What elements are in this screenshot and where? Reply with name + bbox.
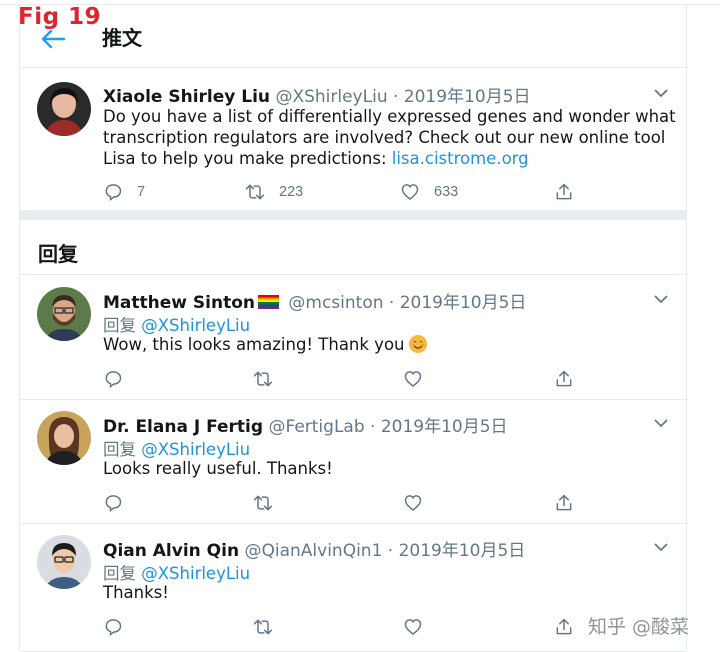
retweet-icon bbox=[245, 184, 265, 200]
retweet-icon bbox=[253, 619, 273, 635]
author-name[interactable]: Qian Alvin Qin bbox=[103, 541, 239, 561]
retweet-icon bbox=[253, 495, 273, 511]
retweet-icon bbox=[253, 371, 273, 387]
heart-icon bbox=[401, 184, 419, 201]
retweet-count: 223 bbox=[279, 184, 304, 200]
tweet-panel: 推文 Xiaole Shirley Liu @XShirleyLiu · 201… bbox=[19, 4, 687, 652]
tweet-header: Matthew Sinton @mcsinton · 2019年10月5日 bbox=[103, 288, 526, 313]
share-button[interactable] bbox=[554, 180, 574, 204]
like-button[interactable]: 633 bbox=[400, 180, 458, 204]
figure-label: Fig 19 bbox=[18, 4, 102, 30]
handle-and-date[interactable]: @QianAlvinQin1 · 2019年10月5日 bbox=[244, 541, 525, 561]
replying-to: 回复 @XShirleyLiu bbox=[103, 312, 250, 336]
reply-button[interactable] bbox=[103, 367, 123, 391]
tweet-text-line-3: Lisa to help you make predictions: lisa.… bbox=[103, 149, 529, 168]
chevron-down-icon[interactable] bbox=[654, 294, 668, 304]
smiling-face-emoji-icon bbox=[408, 335, 427, 353]
share-icon bbox=[556, 494, 572, 511]
heart-icon bbox=[404, 495, 422, 512]
reply-icon bbox=[105, 184, 122, 201]
tweet-header: Xiaole Shirley Liu @XShirleyLiu · 2019年1… bbox=[103, 82, 531, 107]
avatar-qian-alvin-qin[interactable] bbox=[37, 535, 91, 589]
tweet-text-prefix: Lisa to help you make predictions: bbox=[103, 149, 392, 168]
reply-text: Thanks! bbox=[103, 583, 169, 602]
share-button[interactable] bbox=[554, 491, 574, 515]
share-icon bbox=[556, 618, 572, 635]
replying-to-label: 回复 bbox=[103, 316, 142, 335]
reply-text-content: Wow, this looks amazing! Thank you bbox=[103, 335, 405, 354]
heart-icon bbox=[404, 619, 422, 636]
replying-to-label: 回复 bbox=[103, 440, 142, 459]
reply-tweet[interactable]: Qian Alvin Qin @QianAlvinQin1 · 2019年10月… bbox=[20, 523, 686, 652]
rainbow-flag-icon bbox=[257, 295, 279, 309]
chevron-down-icon[interactable] bbox=[654, 88, 668, 98]
tweet-actions: 7 223 633 bbox=[103, 180, 623, 204]
tweet-actions bbox=[103, 615, 623, 639]
tweet-text-line-1: Do you have a list of differentially exp… bbox=[103, 107, 676, 126]
like-button[interactable] bbox=[403, 491, 423, 515]
retweet-button[interactable] bbox=[253, 491, 273, 515]
reply-count: 7 bbox=[137, 184, 146, 200]
replies-heading: 回复 bbox=[38, 242, 78, 266]
replying-to-label: 回复 bbox=[103, 564, 142, 583]
like-count: 633 bbox=[434, 184, 459, 200]
author-name[interactable]: Matthew Sinton bbox=[103, 293, 255, 313]
main-tweet[interactable]: Xiaole Shirley Liu @XShirleyLiu · 2019年1… bbox=[20, 68, 686, 211]
share-button[interactable] bbox=[554, 367, 574, 391]
zhihu-watermark: 知乎 @酸菜 bbox=[588, 616, 690, 638]
reply-icon bbox=[105, 371, 122, 388]
replying-to: 回复 @XShirleyLiu bbox=[103, 436, 250, 460]
avatar-elana-j-fertig[interactable] bbox=[37, 411, 91, 465]
reply-text: Looks really useful. Thanks! bbox=[103, 459, 333, 478]
tweet-actions bbox=[103, 367, 623, 391]
like-button[interactable] bbox=[403, 615, 423, 639]
tweet-header: Qian Alvin Qin @QianAlvinQin1 · 2019年10月… bbox=[103, 536, 525, 561]
retweet-button[interactable] bbox=[253, 615, 273, 639]
retweet-button[interactable] bbox=[253, 367, 273, 391]
reply-tweet[interactable]: Dr. Elana J Fertig @FertigLab · 2019年10月… bbox=[20, 399, 686, 524]
reply-button[interactable] bbox=[103, 491, 123, 515]
page-title: 推文 bbox=[102, 26, 142, 50]
avatar-matthew-sinton[interactable] bbox=[37, 287, 91, 341]
replying-to: 回复 @XShirleyLiu bbox=[103, 560, 250, 584]
reply-button[interactable]: 7 bbox=[103, 180, 145, 204]
chevron-down-icon[interactable] bbox=[654, 418, 668, 428]
replying-to-handle[interactable]: @XShirleyLiu bbox=[141, 564, 250, 583]
share-icon bbox=[556, 183, 572, 200]
author-name[interactable]: Xiaole Shirley Liu bbox=[103, 87, 270, 107]
reply-icon bbox=[105, 495, 122, 512]
handle-and-date[interactable]: @mcsinton · 2019年10月5日 bbox=[288, 293, 526, 313]
reply-text: Wow, this looks amazing! Thank you bbox=[103, 335, 427, 354]
retweet-button[interactable]: 223 bbox=[245, 180, 303, 204]
like-button[interactable] bbox=[403, 367, 423, 391]
tweet-link[interactable]: lisa.cistrome.org bbox=[392, 149, 529, 168]
replying-to-handle[interactable]: @XShirleyLiu bbox=[141, 316, 250, 335]
share-button[interactable] bbox=[554, 615, 574, 639]
reply-icon bbox=[105, 619, 122, 636]
share-icon bbox=[556, 370, 572, 387]
avatar-xiaole-shirley-liu[interactable] bbox=[37, 82, 91, 136]
section-divider bbox=[20, 210, 686, 220]
handle-and-date[interactable]: @FertigLab · 2019年10月5日 bbox=[268, 417, 507, 437]
author-name[interactable]: Dr. Elana J Fertig bbox=[103, 417, 263, 437]
heart-icon bbox=[404, 371, 422, 388]
reply-button[interactable] bbox=[103, 615, 123, 639]
tweet-header: Dr. Elana J Fertig @FertigLab · 2019年10月… bbox=[103, 412, 508, 437]
chevron-down-icon[interactable] bbox=[654, 542, 668, 552]
page-header: 推文 bbox=[20, 4, 686, 68]
replying-to-handle[interactable]: @XShirleyLiu bbox=[141, 440, 250, 459]
tweet-text-line-2: transcription regulators are involved? C… bbox=[103, 128, 666, 147]
handle-and-date[interactable]: @XShirleyLiu · 2019年10月5日 bbox=[275, 87, 530, 107]
tweet-actions bbox=[103, 491, 623, 515]
reply-tweet[interactable]: Matthew Sinton @mcsinton · 2019年10月5日 回复… bbox=[20, 275, 686, 400]
back-arrow-icon[interactable] bbox=[40, 28, 66, 50]
